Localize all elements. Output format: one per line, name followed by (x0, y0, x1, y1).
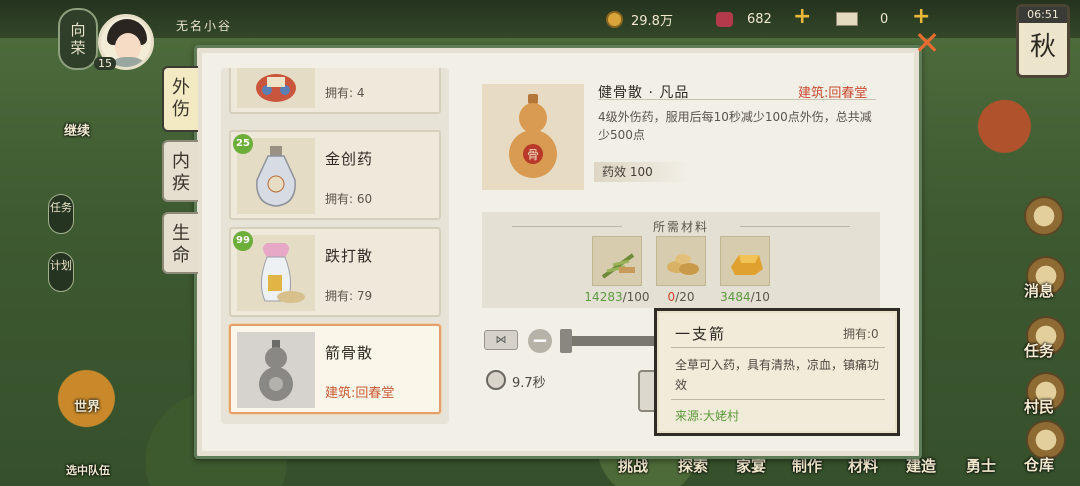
divider (671, 347, 885, 348)
material-slot[interactable] (720, 236, 770, 286)
season-label: 秋 (1029, 32, 1056, 62)
gourd-icon: 骨 (509, 94, 557, 178)
team-button[interactable]: 选中队伍 (66, 462, 110, 478)
recipe-name: 金创药 (325, 150, 374, 168)
close-icon[interactable]: ✕ (912, 27, 942, 59)
list-item-selected[interactable]: 箭骨散 建筑:回春堂 (229, 324, 441, 414)
world-button[interactable]: 世界 (74, 396, 100, 415)
quantity-badge: 25 (233, 134, 253, 154)
quantity-slider[interactable] (562, 336, 658, 346)
tooltip-owned: 拥有:0 (843, 327, 879, 341)
season-clock[interactable]: 06:51 秋 (1016, 4, 1070, 78)
list-item[interactable]: 25 金创药 拥有: 60 (229, 130, 441, 220)
efficacy-value: 药效 100 (594, 162, 690, 182)
recipe-thumb (237, 68, 315, 108)
villagers-button[interactable]: 村民 (1024, 396, 1054, 417)
add-gems-button[interactable]: + (793, 4, 811, 29)
craft-time: 9.7秒 (512, 376, 546, 391)
divider (671, 399, 885, 400)
quantity-icon: ⋈ (484, 330, 518, 350)
slider-handle[interactable] (560, 329, 572, 353)
tasks-button[interactable]: 任务 (1024, 340, 1054, 361)
recipe-name: 箭骨散 (325, 344, 374, 362)
continue-button[interactable]: 继续 (64, 120, 90, 139)
rank-badge[interactable]: 向 荣 (58, 8, 98, 70)
item-image: 骨 (482, 84, 584, 190)
warehouse-button[interactable]: 仓库 (1024, 454, 1054, 475)
recipe-building: 建筑:回春堂 (325, 386, 395, 401)
tab-life[interactable]: 生命 (162, 212, 198, 274)
gem-icon (716, 11, 733, 27)
tooltip-source: 来源:大姥村 (675, 409, 740, 423)
tab-internal-illness[interactable]: 内疾 (162, 140, 198, 202)
rank-label: 向 荣 (70, 21, 86, 57)
list-item[interactable]: 拥有: 4 (229, 68, 441, 114)
gem-counter: 682 (716, 10, 772, 28)
list-item[interactable]: 99 跌打散 拥有: 79 (229, 227, 441, 317)
tooltip-name: 一支箭 (675, 325, 727, 343)
material-tooltip: 一支箭 拥有:0 全草可入药，具有清热，凉血，镇痛功效 来源:大姥村 (654, 308, 900, 436)
material-count: 3484/10 (720, 290, 770, 304)
recipe-owned: 拥有: 4 (325, 86, 365, 100)
recipe-owned: 拥有: 79 (325, 289, 373, 303)
quantity-badge: 99 (233, 231, 253, 251)
flower-menu-icon[interactable] (1024, 196, 1064, 236)
player-name: 无名小谷 (176, 19, 233, 33)
herb-bundle-icon (601, 253, 635, 279)
recipe-list[interactable]: 拥有: 4 25 金创药 拥有: 60 99 跌打散 拥有: 79 箭骨散 建筑… (221, 68, 449, 424)
materials-section: 所需材料 14283/100 0/20 3484/10 (482, 212, 880, 308)
ticket-icon (836, 12, 858, 26)
player-level: 15 (94, 57, 116, 70)
material-slot[interactable] (656, 236, 706, 286)
recipe-thumb (237, 332, 315, 408)
materials-title: 所需材料 (482, 218, 880, 235)
copper-counter: 29.8万 (606, 10, 673, 29)
divider (598, 99, 876, 100)
gold-ingot-icon (731, 255, 763, 275)
ticket-counter: 0 (836, 10, 888, 28)
tab-external-injury[interactable]: 外伤 (162, 66, 198, 132)
clock-icon (486, 370, 506, 390)
tooltip-description: 全草可入药，具有清热，凉血，镇痛功效 (675, 358, 880, 392)
root-pile-icon (667, 254, 699, 275)
coin-icon (606, 10, 623, 28)
nav-heroes[interactable]: 勇士 (966, 455, 996, 476)
recipe-owned: 拥有: 60 (325, 192, 373, 206)
message-button[interactable]: 消息 (1024, 280, 1054, 301)
material-slot[interactable] (592, 236, 642, 286)
recipe-name: 跌打散 (325, 247, 374, 265)
tasks-side-button[interactable]: 任务 (48, 194, 74, 234)
gourd-mark: 骨 (527, 148, 539, 162)
item-description: 4级外伤药，服用后每10秒减少100点外伤，总共减少500点 (598, 110, 872, 142)
gourd-icon (259, 340, 293, 401)
clock-time: 06:51 (1019, 7, 1067, 23)
medicine-pot-icon (256, 74, 296, 102)
decrease-button[interactable]: − (528, 329, 552, 353)
plan-side-button[interactable]: 计划 (48, 252, 74, 292)
